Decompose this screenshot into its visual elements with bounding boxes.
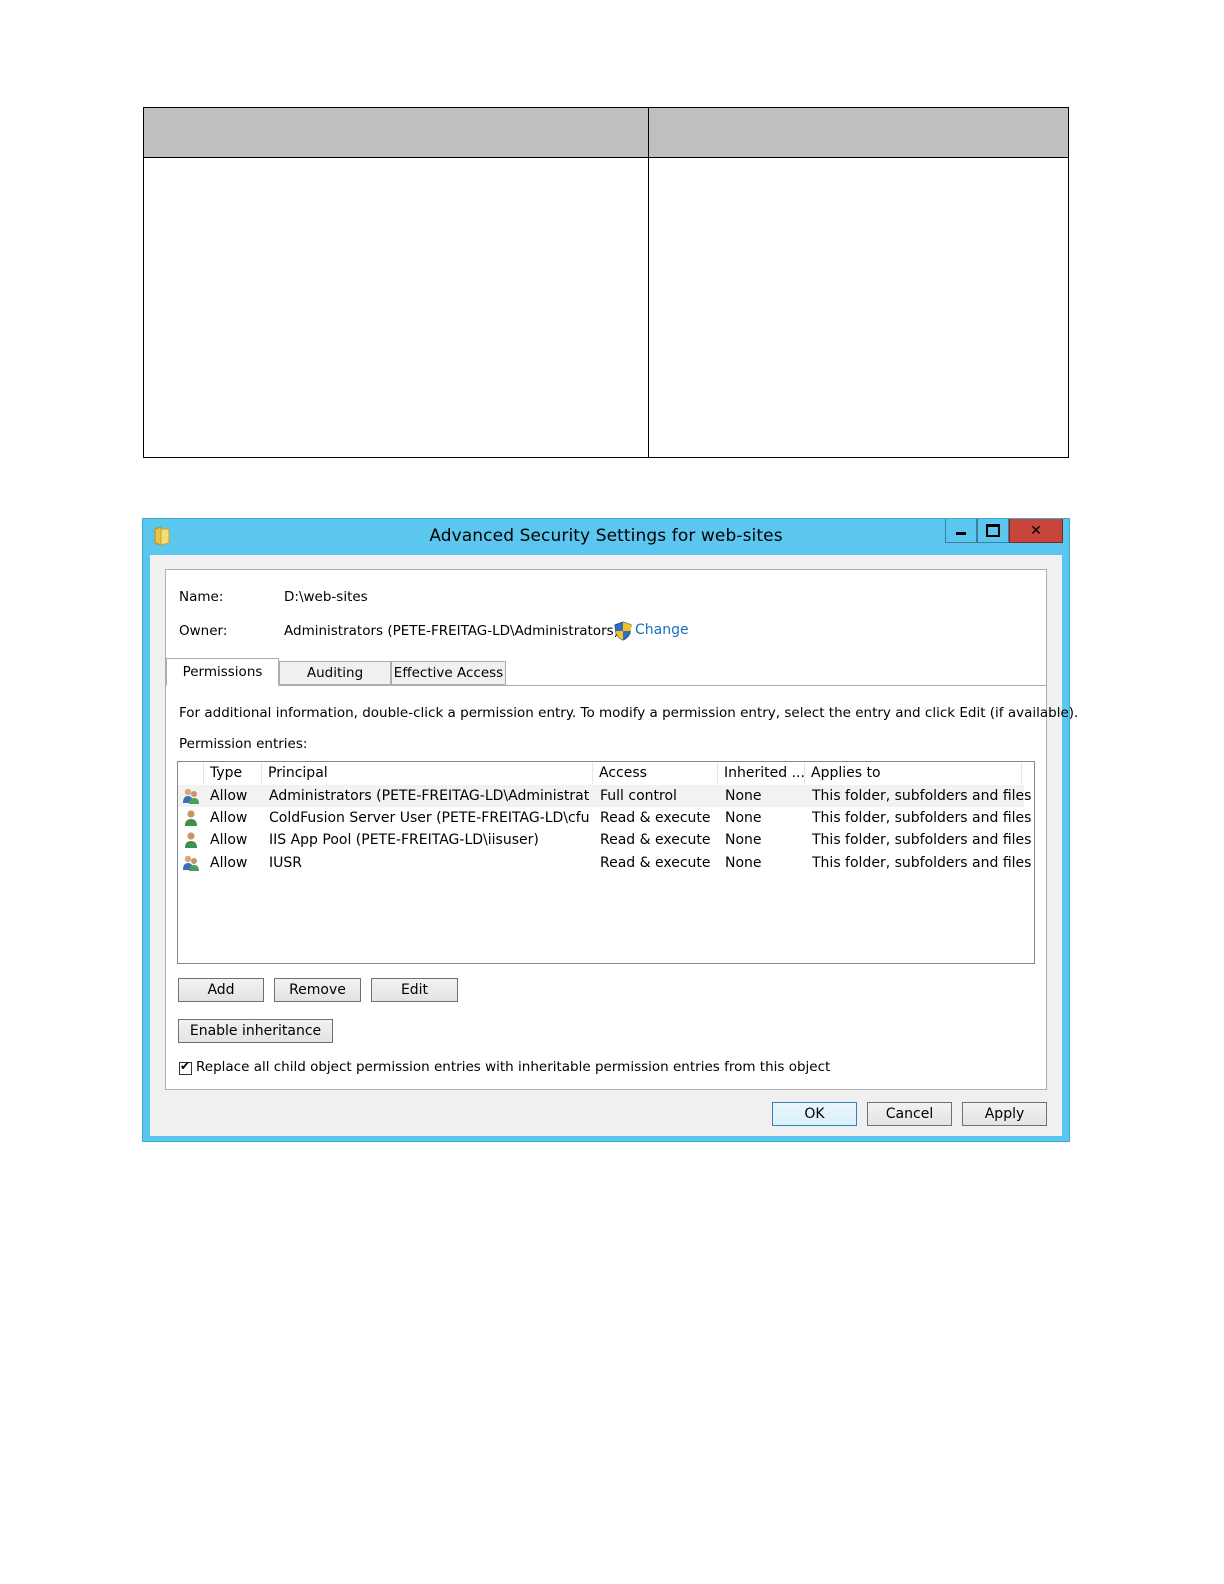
entry-inherited: None bbox=[725, 832, 762, 848]
entry-principal: IIS App Pool (PETE-FREITAG-LD\iisuser) bbox=[269, 832, 539, 848]
entry-applies-to: This folder, subfolders and files bbox=[812, 832, 1032, 848]
name-value: D:\web-sites bbox=[284, 589, 368, 605]
window-controls: ✕ bbox=[945, 519, 1063, 544]
tab-effective-access[interactable]: Effective Access bbox=[391, 661, 506, 685]
entry-type: Allow bbox=[210, 788, 248, 804]
column-header-applies-to[interactable]: Applies to bbox=[805, 762, 1022, 784]
instructions-text: For additional information, double-click… bbox=[179, 705, 1079, 721]
entry-inherited: None bbox=[725, 855, 762, 871]
entry-applies-to: This folder, subfolders and files bbox=[812, 855, 1032, 871]
entry-type: Allow bbox=[210, 832, 248, 848]
entry-type: Allow bbox=[210, 855, 248, 871]
replace-child-permissions-checkbox[interactable]: ✔ bbox=[179, 1059, 192, 1075]
settings-pane: Name: D:\web-sites Owner: Administrators… bbox=[165, 569, 1078, 1090]
change-owner-link[interactable]: Change bbox=[635, 622, 689, 638]
remove-button[interactable]: Remove bbox=[274, 978, 361, 1002]
entry-access: Full control bbox=[600, 788, 677, 804]
minimize-icon bbox=[956, 532, 966, 535]
single-user-icon bbox=[185, 832, 197, 848]
table-body-cell bbox=[143, 157, 649, 458]
name-label: Name: bbox=[179, 589, 224, 605]
close-icon: ✕ bbox=[1030, 522, 1042, 539]
table-row[interactable]: Allow ColdFusion Server User (PETE-FREIT… bbox=[178, 807, 1031, 829]
table-row[interactable]: Allow Administrators (PETE-FREITAG-LD\Ad… bbox=[178, 785, 1031, 807]
checkmark-icon: ✔ bbox=[180, 1059, 191, 1073]
entry-access: Read & execute bbox=[600, 810, 711, 826]
maximize-icon bbox=[986, 524, 1000, 537]
entry-principal: ColdFusion Server User (PETE-FREITAG-LD\… bbox=[269, 810, 589, 826]
table-row[interactable]: Allow IIS App Pool (PETE-FREITAG-LD\iisu… bbox=[178, 829, 1031, 851]
group-users-icon bbox=[183, 855, 199, 871]
dialog-client-area: Name: D:\web-sites Owner: Administrators… bbox=[150, 555, 1078, 1136]
entry-inherited: None bbox=[725, 810, 762, 826]
entry-applies-to: This folder, subfolders and files bbox=[812, 810, 1032, 826]
table-header-row bbox=[143, 107, 1069, 158]
group-users-icon bbox=[183, 788, 199, 804]
list-header: Type Principal Access Inherited ... Appl… bbox=[178, 762, 1034, 784]
owner-label: Owner: bbox=[179, 623, 228, 639]
window-title: Advanced Security Settings for web-sites bbox=[429, 526, 783, 546]
entry-inherited: None bbox=[725, 788, 762, 804]
advanced-security-settings-window: Advanced Security Settings for web-sites… bbox=[142, 518, 1078, 1142]
column-header-type[interactable]: Type bbox=[204, 762, 262, 784]
add-button[interactable]: Add bbox=[178, 978, 264, 1002]
uac-shield-icon bbox=[614, 621, 632, 641]
table-header-cell bbox=[143, 107, 649, 158]
enable-inheritance-button[interactable]: Enable inheritance bbox=[178, 1019, 333, 1043]
entry-principal: IUSR bbox=[269, 855, 302, 871]
table-row[interactable]: Allow IUSR Read & execute None This fold… bbox=[178, 852, 1031, 874]
apply-button[interactable]: Apply bbox=[962, 1102, 1047, 1126]
tab-divider bbox=[166, 685, 1046, 686]
entry-access: Read & execute bbox=[600, 855, 711, 871]
entry-type: Allow bbox=[210, 810, 248, 826]
close-button[interactable]: ✕ bbox=[1009, 519, 1063, 543]
entry-access: Read & execute bbox=[600, 832, 711, 848]
permission-entries-list[interactable]: Type Principal Access Inherited ... Appl… bbox=[177, 761, 1035, 964]
single-user-icon bbox=[185, 810, 197, 826]
owner-value: Administrators (PETE-FREITAG-LD\Administ… bbox=[284, 623, 619, 639]
cancel-button[interactable]: Cancel bbox=[867, 1102, 952, 1126]
column-header-principal[interactable]: Principal bbox=[262, 762, 593, 784]
tab-permissions[interactable]: Permissions bbox=[166, 658, 279, 686]
entry-applies-to: This folder, subfolders and files bbox=[812, 788, 1032, 804]
minimize-button[interactable] bbox=[945, 519, 977, 543]
icon-column-header[interactable] bbox=[178, 762, 204, 784]
edit-button[interactable]: Edit bbox=[371, 978, 458, 1002]
column-header-inherited[interactable]: Inherited ... bbox=[718, 762, 805, 784]
table-body-cell bbox=[648, 157, 1069, 458]
column-header-access[interactable]: Access bbox=[593, 762, 718, 784]
permission-entries-label: Permission entries: bbox=[179, 736, 308, 752]
replace-child-permissions-label: Replace all child object permission entr… bbox=[196, 1059, 831, 1075]
table-header-cell bbox=[648, 107, 1069, 158]
document-table bbox=[143, 107, 1069, 458]
maximize-button[interactable] bbox=[977, 519, 1009, 543]
entry-principal: Administrators (PETE-FREITAG-LD\Administ… bbox=[269, 788, 589, 804]
ok-button[interactable]: OK bbox=[772, 1102, 857, 1126]
table-body-row bbox=[143, 157, 1069, 458]
title-bar[interactable]: Advanced Security Settings for web-sites… bbox=[143, 519, 1069, 555]
tab-auditing[interactable]: Auditing bbox=[279, 661, 391, 685]
